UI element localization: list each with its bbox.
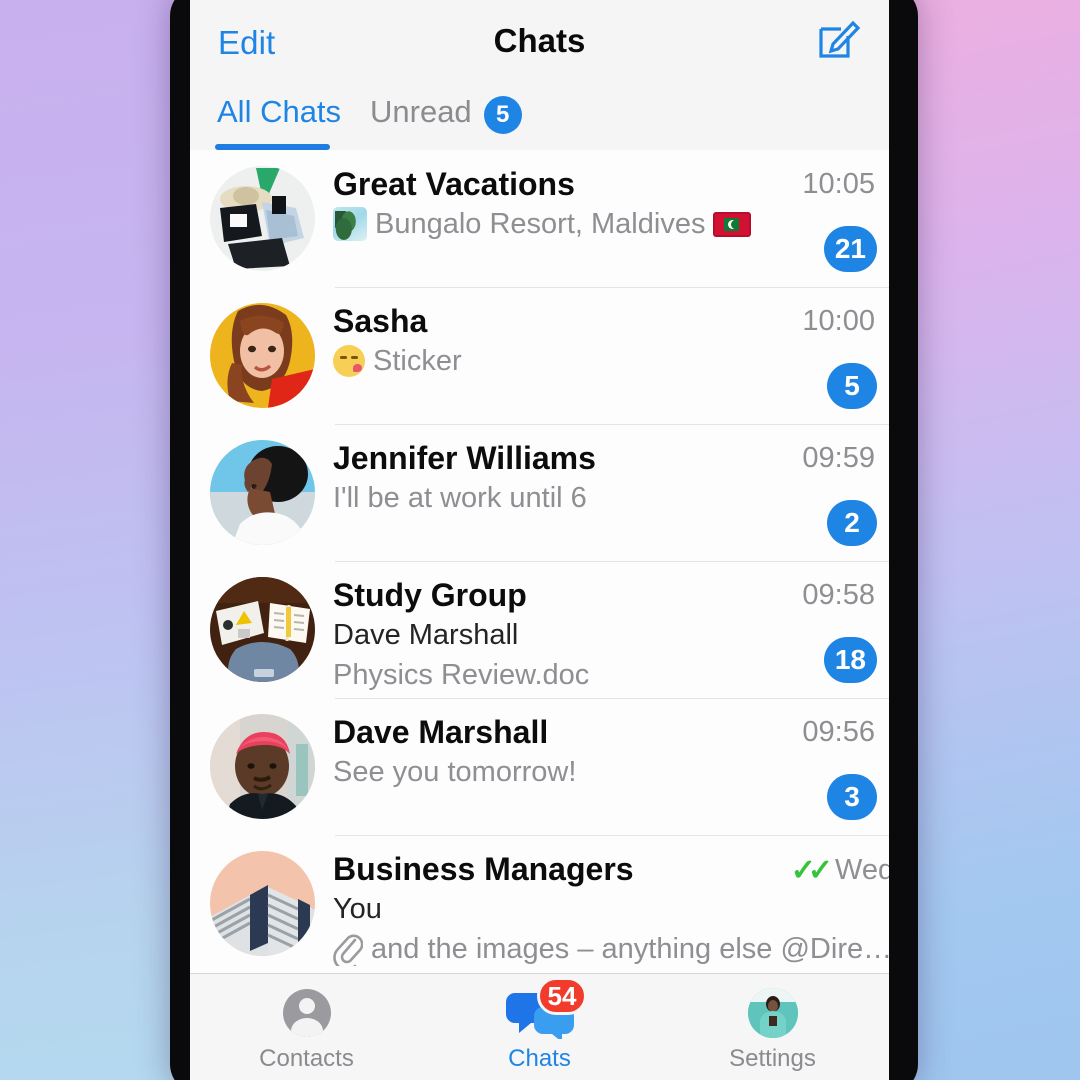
phone-frame: Edit Chats All Chats Unread 5 Great Vaca… (170, 0, 918, 1080)
tab-all-chats[interactable]: All Chats (217, 90, 341, 150)
chat-name: Dave Marshall (333, 714, 549, 750)
table-row[interactable]: Dave Marshall See you tomorrow! 09:56 3 (190, 698, 889, 835)
tab-contacts[interactable]: Contacts (190, 974, 423, 1080)
row-body: Great Vacations Bungalo Resort, Maldives… (333, 150, 889, 287)
chat-timestamp: ✓✓ Wed (791, 853, 889, 888)
chat-preview-text: I'll be at work until 6 (333, 482, 587, 514)
phone-screen: Edit Chats All Chats Unread 5 Great Vaca… (190, 0, 889, 1080)
table-row[interactable]: Sasha Sticker 10:00 5 (190, 287, 889, 424)
chat-timestamp-text: 09:56 (802, 716, 875, 748)
chat-name: Sasha (333, 303, 428, 339)
person-icon (272, 987, 342, 1039)
page-title: Chats (493, 22, 586, 59)
chat-preview-text: Physics Review.doc (333, 659, 590, 691)
row-body: Dave Marshall See you tomorrow! 09:56 3 (333, 698, 889, 835)
chat-timestamp-text: 09:59 (802, 442, 875, 474)
table-row[interactable]: Business Managers You and the images – a… (190, 835, 889, 972)
navigation-bar: Edit Chats All Chats Unread 5 (190, 0, 889, 150)
avatar (210, 166, 315, 271)
avatar (210, 440, 315, 545)
nav-top-row: Edit Chats (190, 0, 889, 90)
chats-unread-badge: 54 (536, 977, 588, 1015)
table-row[interactable]: Jennifer Williams I'll be at work until … (190, 424, 889, 561)
chat-name: Great Vacations (333, 166, 575, 202)
tab-unread-label: Unread (370, 94, 472, 129)
unread-count-badge: 3 (827, 774, 877, 820)
chat-preview-text: See you tomorrow! (333, 756, 577, 788)
bottom-tab-bar: Contacts 54 Chats Settings (190, 973, 889, 1080)
chat-timestamp-text: 09:58 (802, 579, 875, 611)
chat-sender: You (333, 889, 889, 929)
chat-bubbles-icon: 54 (505, 977, 588, 1042)
row-body: Study Group Dave Marshall Physics Review… (333, 561, 889, 698)
table-row[interactable]: Great Vacations Bungalo Resort, Maldives… (190, 150, 889, 287)
chat-preview: Physics Review.doc (333, 655, 873, 695)
double-check-icon: ✓✓ (790, 854, 833, 887)
tab-unread[interactable]: Unread 5 (370, 90, 522, 150)
paperclip-icon (333, 932, 364, 971)
tab-chats[interactable]: 54 Chats (423, 974, 656, 1080)
chat-preview: Sticker (333, 341, 873, 381)
chat-preview-text: and the images – anything else @Dire… (371, 933, 889, 965)
avatar (210, 577, 315, 682)
chat-preview-text: Sticker (373, 345, 462, 377)
maldives-flag-emoji (713, 211, 752, 237)
chat-sender-text: You (333, 893, 382, 925)
row-body: Sasha Sticker 10:00 5 (333, 287, 889, 424)
chat-timestamp: 10:05 (802, 168, 875, 201)
avatar (210, 714, 315, 819)
tab-chats-label: Chats (508, 1045, 571, 1072)
tab-settings-label: Settings (729, 1045, 816, 1072)
chat-timestamp-text: 10:00 (802, 305, 875, 337)
unread-count-badge: 21 (823, 226, 877, 272)
avatar (210, 851, 315, 956)
chat-preview: See you tomorrow! (333, 752, 873, 792)
chat-timestamp: 09:59 (802, 442, 875, 475)
chat-timestamp-text: 10:05 (802, 168, 875, 200)
tab-all-chats-label: All Chats (217, 94, 342, 129)
unread-count-badge: 18 (823, 637, 877, 683)
tab-contacts-label: Contacts (259, 1045, 354, 1072)
settings-avatar (747, 988, 798, 1038)
chat-preview-text: Bungalo Resort, Maldives (375, 208, 706, 240)
compose-icon[interactable] (815, 16, 861, 62)
row-body: Business Managers You and the images – a… (333, 835, 889, 972)
unread-count-badge: 5 (827, 363, 877, 409)
chat-timestamp: 09:56 (802, 716, 875, 749)
avatar (210, 303, 315, 408)
chat-timestamp: 09:58 (802, 579, 875, 612)
table-row[interactable]: Study Group Dave Marshall Physics Review… (190, 561, 889, 698)
chat-name: Jennifer Williams (333, 440, 596, 476)
row-body: Jennifer Williams I'll be at work until … (333, 424, 889, 561)
chat-sender: Dave Marshall (333, 615, 873, 655)
chat-sender-text: Dave Marshall (333, 619, 519, 651)
photo-thumbnail (333, 207, 367, 241)
chat-timestamp: 10:00 (802, 305, 875, 338)
tab-unread-badge: 5 (483, 96, 522, 134)
chat-preview: I'll be at work until 6 (333, 478, 873, 518)
unread-count-badge: 2 (827, 500, 877, 546)
chat-preview: and the images – anything else @Dire… (333, 929, 889, 971)
chat-list: Great Vacations Bungalo Resort, Maldives… (190, 150, 889, 972)
user-avatar-icon (738, 987, 808, 1039)
chat-filter-tabs: All Chats Unread 5 (190, 90, 889, 150)
chat-name: Study Group (333, 577, 527, 613)
kissing-face-emoji (333, 345, 365, 377)
chat-preview: Bungalo Resort, Maldives (333, 204, 873, 244)
tab-settings[interactable]: Settings (656, 974, 889, 1080)
chat-timestamp-text: Wed (835, 854, 889, 886)
